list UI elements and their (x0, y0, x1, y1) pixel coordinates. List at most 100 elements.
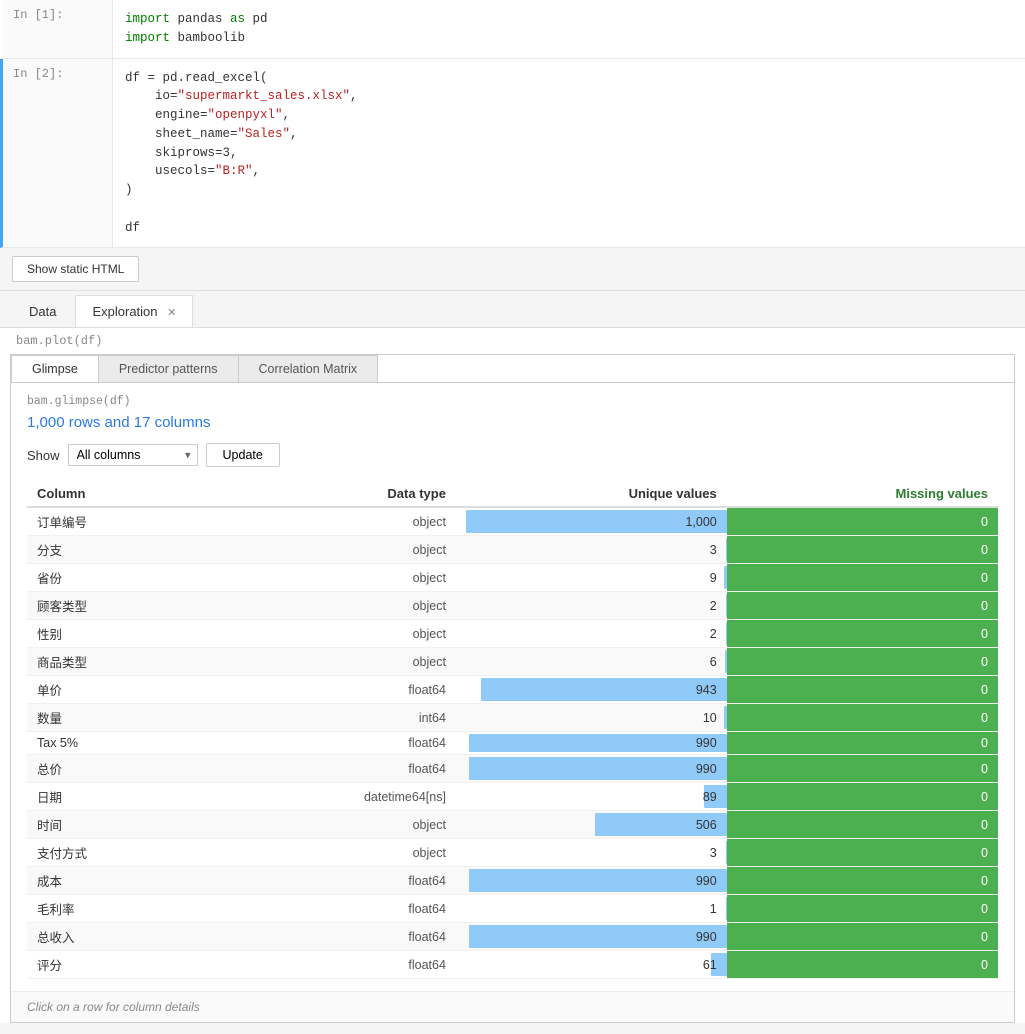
cell-col-name: 性别 (27, 620, 196, 648)
cell-unique: 1,000 (466, 507, 727, 536)
cell-col-name: Tax 5% (27, 732, 196, 755)
exploration-panel: Glimpse Predictor patterns Correlation M… (10, 354, 1015, 1023)
cell-unique: 990 (466, 923, 727, 951)
table-row[interactable]: Tax 5%float649900 (27, 732, 998, 755)
tab-data[interactable]: Data (12, 295, 73, 327)
tab-exploration[interactable]: Exploration ✕ (75, 295, 193, 327)
table-row[interactable]: 支付方式object30 (27, 839, 998, 867)
cell-col-name: 分支 (27, 536, 196, 564)
table-row[interactable]: 总收入float649900 (27, 923, 998, 951)
cell-col-name: 支付方式 (27, 839, 196, 867)
cell-missing: 0 (727, 732, 998, 755)
table-row[interactable]: 单价float649430 (27, 676, 998, 704)
cell-missing: 0 (727, 564, 998, 592)
table-row[interactable]: 分支object30 (27, 536, 998, 564)
cell-missing: 0 (727, 755, 998, 783)
cell-unique: 1 (466, 895, 727, 923)
table-row[interactable]: 订单编号object1,0000 (27, 507, 998, 536)
cell-1-label: In [1]: (3, 0, 113, 58)
cell-col-name: 评分 (27, 951, 196, 979)
outer-fn-label: bam.plot(df) (0, 328, 1025, 354)
show-static-button[interactable]: Show static HTML (12, 256, 139, 282)
col-header-missing: Missing values (727, 481, 998, 507)
cell-dtype: object (196, 536, 466, 564)
cell-unique: 3 (466, 536, 727, 564)
cell-dtype: float64 (196, 732, 466, 755)
cell-dtype: object (196, 564, 466, 592)
cell-col-name: 毛利率 (27, 895, 196, 923)
columns-select[interactable]: All columns Numeric only Categorical onl… (68, 444, 198, 466)
col-header-datatype: Data type (196, 481, 466, 507)
table-row[interactable]: 数量int64100 (27, 704, 998, 732)
cell-col-name: 数量 (27, 704, 196, 732)
col-header-column: Column (27, 481, 196, 507)
cell-missing: 0 (727, 592, 998, 620)
cell-1: In [1]: import pandas as pd import bambo… (0, 0, 1025, 59)
tab-correlation-matrix[interactable]: Correlation Matrix (238, 355, 379, 382)
table-row[interactable]: 日期datetime64[ns]890 (27, 783, 998, 811)
show-control: Show All columns Numeric only Categorica… (27, 443, 998, 467)
table-row[interactable]: 评分float64610 (27, 951, 998, 979)
col-header-unique: Unique values (466, 481, 727, 507)
cell-missing: 0 (727, 923, 998, 951)
tab-predictor-patterns[interactable]: Predictor patterns (98, 355, 239, 382)
cell-col-name: 总价 (27, 755, 196, 783)
columns-select-wrapper: All columns Numeric only Categorical onl… (68, 444, 198, 466)
cell-missing: 0 (727, 867, 998, 895)
cell-missing: 0 (727, 536, 998, 564)
cell-missing: 0 (727, 839, 998, 867)
cell-col-name: 日期 (27, 783, 196, 811)
tab-exploration-close[interactable]: ✕ (167, 307, 176, 319)
cell-missing: 0 (727, 704, 998, 732)
cell-dtype: object (196, 592, 466, 620)
cell-missing: 0 (727, 676, 998, 704)
outer-tabs-bar: Data Exploration ✕ (0, 291, 1025, 328)
cell-dtype: object (196, 839, 466, 867)
cell-1-code[interactable]: import pandas as pd import bamboolib (113, 0, 1025, 58)
cell-2-code[interactable]: df = pd.read_excel( io="supermarkt_sales… (113, 59, 1025, 248)
cell-unique: 89 (466, 783, 727, 811)
table-row[interactable]: 毛利率float6410 (27, 895, 998, 923)
cell-dtype: float64 (196, 755, 466, 783)
table-row[interactable]: 性别object20 (27, 620, 998, 648)
cell-unique: 2 (466, 592, 727, 620)
table-row[interactable]: 省份object90 (27, 564, 998, 592)
cell-col-name: 顾客类型 (27, 592, 196, 620)
table-row[interactable]: 商品类型object60 (27, 648, 998, 676)
cell-unique: 61 (466, 951, 727, 979)
cell-missing: 0 (727, 648, 998, 676)
cell-missing: 0 (727, 895, 998, 923)
inner-tabs-bar: Glimpse Predictor patterns Correlation M… (11, 355, 1014, 383)
button-area: Show static HTML (0, 248, 1025, 291)
table-row[interactable]: 顾客类型object20 (27, 592, 998, 620)
cell-unique: 9 (466, 564, 727, 592)
cell-missing: 0 (727, 507, 998, 536)
cell-unique: 990 (466, 732, 727, 755)
cell-unique: 3 (466, 839, 727, 867)
cell-col-name: 成本 (27, 867, 196, 895)
cell-unique: 6 (466, 648, 727, 676)
glimpse-table: Column Data type Unique values Missing v… (27, 481, 998, 979)
cell-dtype: object (196, 648, 466, 676)
cell-col-name: 商品类型 (27, 648, 196, 676)
update-button[interactable]: Update (206, 443, 280, 467)
cell-dtype: object (196, 620, 466, 648)
cell-dtype: float64 (196, 676, 466, 704)
cell-unique: 10 (466, 704, 727, 732)
cell-missing: 0 (727, 951, 998, 979)
tab-glimpse[interactable]: Glimpse (11, 355, 99, 382)
cell-unique: 943 (466, 676, 727, 704)
cell-dtype: float64 (196, 867, 466, 895)
cell-missing: 0 (727, 620, 998, 648)
glimpse-content: bam.glimpse(df) 1,000 rows and 17 column… (11, 383, 1014, 991)
table-row[interactable]: 总价float649900 (27, 755, 998, 783)
cell-col-name: 省份 (27, 564, 196, 592)
cell-col-name: 订单编号 (27, 507, 196, 536)
table-row[interactable]: 成本float649900 (27, 867, 998, 895)
cell-col-name: 总收入 (27, 923, 196, 951)
cell-dtype: float64 (196, 923, 466, 951)
cell-unique: 2 (466, 620, 727, 648)
cell-dtype: float64 (196, 895, 466, 923)
footer-hint: Click on a row for column details (11, 991, 1014, 1022)
cell-dtype: datetime64[ns] (196, 783, 466, 811)
